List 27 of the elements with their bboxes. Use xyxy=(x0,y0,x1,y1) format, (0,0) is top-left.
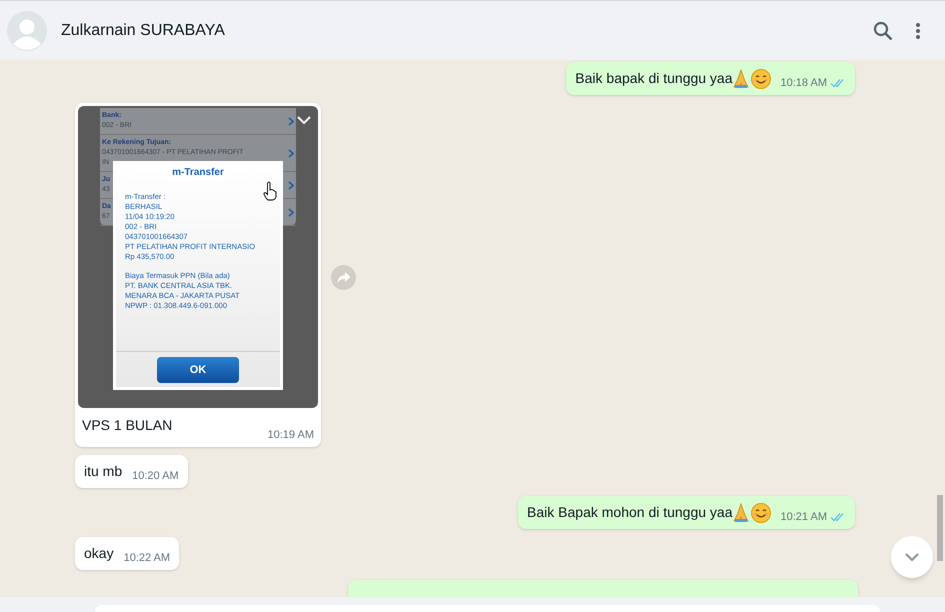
hand-cursor-icon xyxy=(263,181,277,201)
message-time: 10:19 AM xyxy=(268,428,314,442)
scroll-down-button[interactable] xyxy=(891,536,933,578)
image-caption: VPS 1 BULAN xyxy=(82,416,172,435)
chevron-down-icon[interactable] xyxy=(297,116,311,125)
message-time: 10:21 AM xyxy=(780,510,827,524)
scrollbar-thumb[interactable] xyxy=(937,495,943,561)
message-text: itu mb xyxy=(84,462,122,481)
smiling-face-icon xyxy=(750,502,771,522)
message-time: 10:22 AM xyxy=(124,550,170,566)
message-text: Baik Bapak mohon di tunggu yaa xyxy=(527,503,733,522)
chevron-down-icon xyxy=(905,552,919,562)
message-text: Baik bapak di tunggu yaa xyxy=(575,69,733,88)
forward-icon[interactable] xyxy=(331,264,356,290)
menu-icon[interactable] xyxy=(915,22,921,40)
message-time: 10:18 AM xyxy=(780,76,827,90)
chevron-right-icon xyxy=(288,180,294,190)
chevron-right-icon xyxy=(288,208,294,216)
ok-button[interactable]: OK xyxy=(157,357,239,383)
chevron-right-icon xyxy=(288,148,294,158)
smiling-face-icon xyxy=(750,68,771,88)
search-icon[interactable] xyxy=(873,20,893,40)
message-time: 10:20 AM xyxy=(132,468,179,484)
chevron-right-icon xyxy=(288,116,294,126)
avatar-icon[interactable] xyxy=(7,10,47,50)
message-text: okay xyxy=(84,544,114,563)
dialog-title: m-Transfer xyxy=(171,166,225,180)
